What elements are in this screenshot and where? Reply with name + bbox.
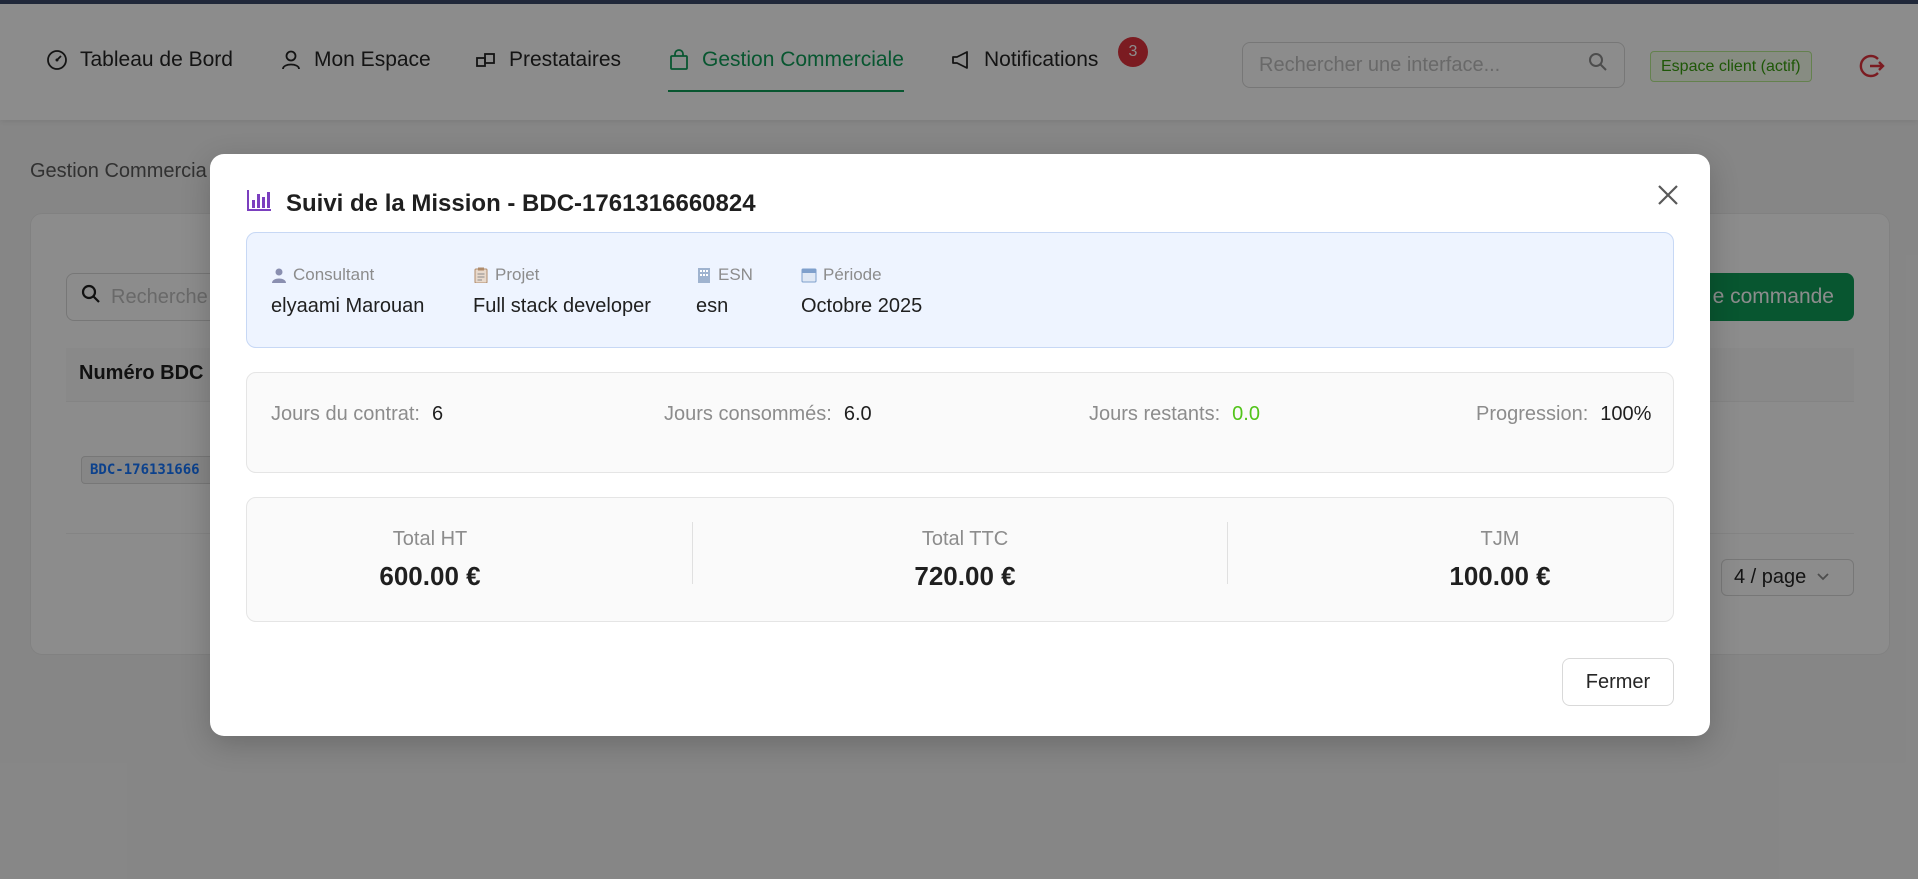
remaining-days-label: Jours restants: — [1089, 403, 1221, 425]
projet-value: Full stack developer — [473, 295, 651, 317]
total-ttc-label: Total TTC — [921, 528, 1009, 550]
total-ht-value: 600.00 € — [379, 561, 481, 591]
tjm-label: TJM — [1480, 528, 1520, 550]
info-consultant: Consultant elyaami Marouan — [271, 265, 424, 318]
close-button[interactable]: Fermer — [1562, 658, 1674, 706]
progress-value: 100% — [1600, 403, 1652, 425]
totals-panel: Total HT 600.00 € Total TTC 720.00 € TJM… — [246, 497, 1674, 622]
total-ttc-value: 720.00 € — [914, 561, 1016, 591]
stat-consumed-days: Jours consommés: 6.0 — [664, 403, 872, 426]
total-ht: Total HT 600.00 € — [280, 528, 580, 592]
mission-info-panel: Consultant elyaami Marouan Projet Full s… — [246, 232, 1674, 348]
esn-value: esn — [696, 295, 729, 317]
clipboard-icon — [473, 267, 489, 284]
modal-title: Suivi de la Mission - BDC-1761316660824 — [246, 188, 756, 219]
progress-label: Progression: — [1476, 403, 1589, 425]
totals-divider — [1227, 522, 1228, 584]
office-building-icon — [696, 267, 712, 283]
total-ht-label: Total HT — [392, 528, 468, 550]
close-icon[interactable] — [1655, 182, 1681, 208]
info-esn: ESN esn — [696, 265, 753, 318]
stat-progression: Progression: 100% — [1476, 403, 1651, 426]
consumed-days-label: Jours consommés: — [664, 403, 832, 425]
tjm: TJM 100.00 € — [1350, 528, 1650, 592]
consultant-label: Consultant — [293, 265, 375, 284]
esn-label: ESN — [718, 265, 753, 284]
days-stats-panel: Jours du contrat: 6 Jours consommés: 6.0… — [246, 372, 1674, 473]
stat-contract-days: Jours du contrat: 6 — [271, 403, 443, 426]
remaining-days-value: 0.0 — [1232, 403, 1260, 425]
projet-label: Projet — [495, 265, 540, 284]
modal-title-text: Suivi de la Mission - BDC-1761316660824 — [286, 189, 756, 217]
bar-chart-icon — [246, 188, 272, 219]
consumed-days-value: 6.0 — [843, 403, 872, 425]
contract-days-value: 6 — [431, 403, 444, 425]
totals-divider — [692, 522, 693, 584]
periode-value: Octobre 2025 — [801, 295, 923, 317]
contract-days-label: Jours du contrat: — [271, 403, 420, 425]
total-ttc: Total TTC 720.00 € — [815, 528, 1115, 592]
consultant-value: elyaami Marouan — [271, 295, 425, 317]
person-icon — [271, 267, 287, 283]
stat-remaining-days: Jours restants: 0.0 — [1089, 403, 1260, 426]
tjm-value: 100.00 € — [1449, 561, 1551, 591]
periode-label: Période — [823, 265, 882, 284]
mission-tracking-modal: Suivi de la Mission - BDC-1761316660824 … — [210, 154, 1710, 736]
calendar-icon — [801, 267, 817, 283]
info-projet: Projet Full stack developer — [473, 265, 651, 318]
info-periode: Période Octobre 2025 — [801, 265, 922, 318]
